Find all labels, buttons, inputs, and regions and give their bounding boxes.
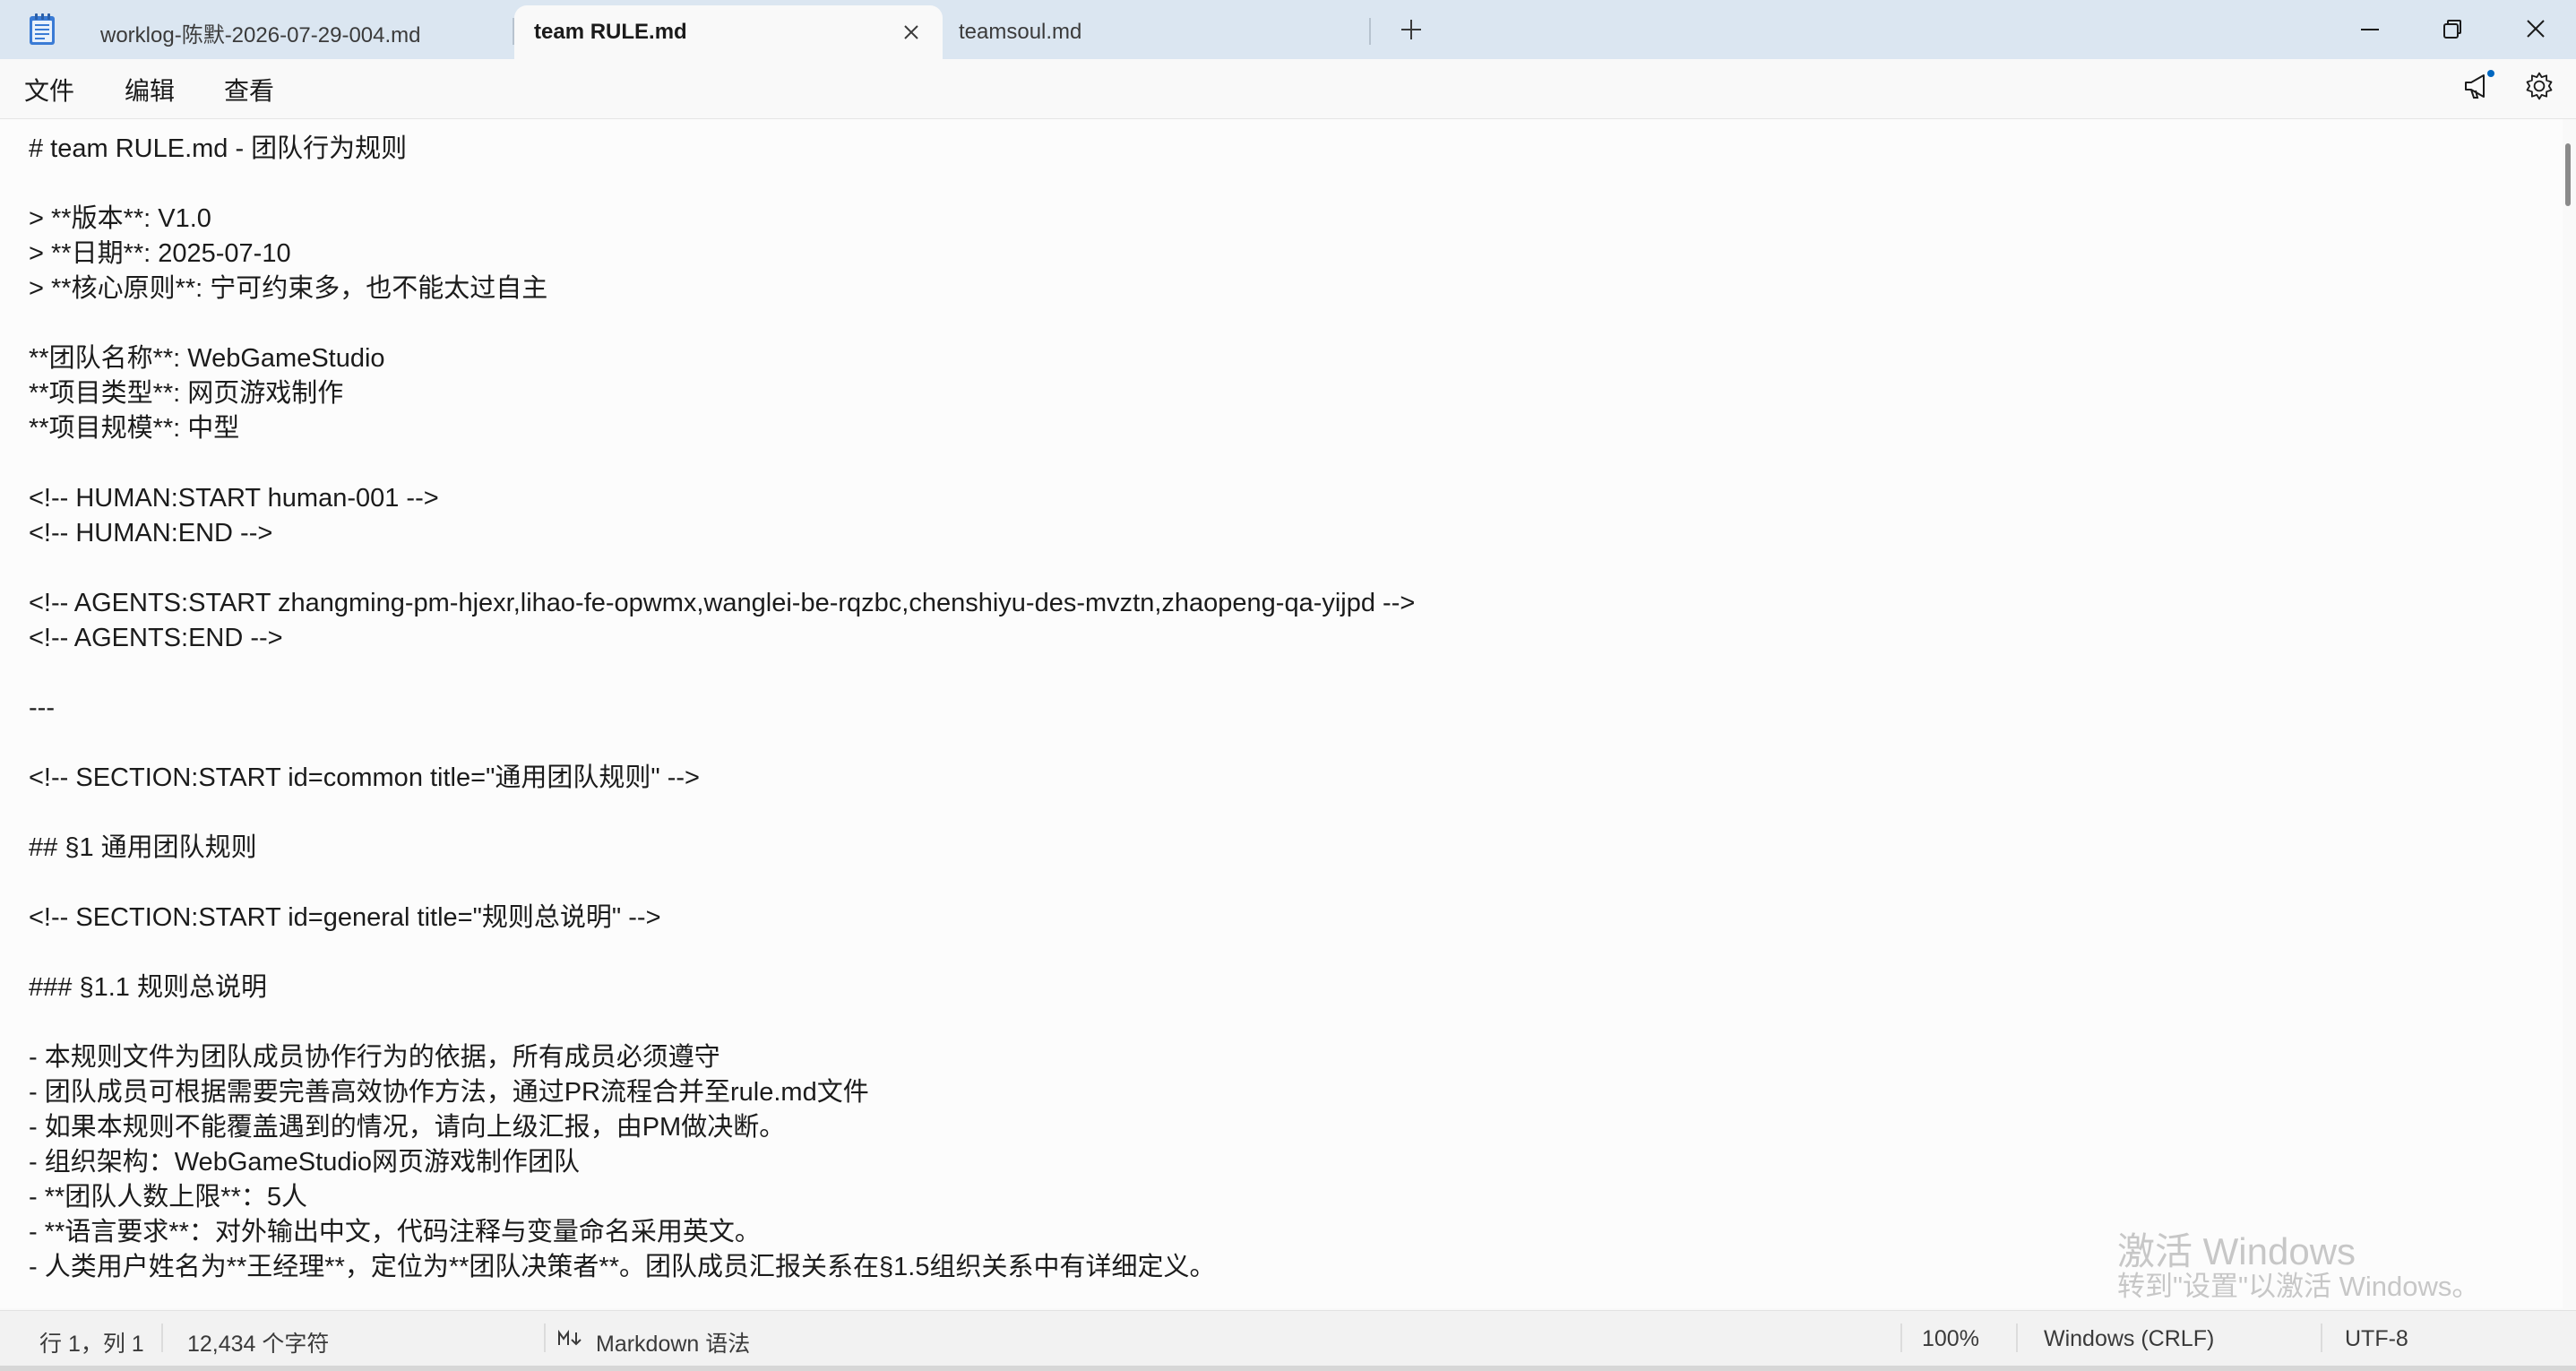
window-bottom-edge: [0, 1366, 2576, 1371]
restore-icon[interactable]: [2434, 13, 2470, 47]
activation-watermark-text: 转到"设置"以激活 Windows。: [2117, 1271, 2480, 1302]
notepad-icon: [30, 13, 55, 45]
editor-line[interactable]: > **日期**: 2025-07-10: [29, 237, 291, 272]
editor-line[interactable]: ---: [29, 691, 55, 726]
megaphone-icon[interactable]: [2460, 68, 2496, 104]
editor-line[interactable]: <!-- HUMAN:END -->: [29, 516, 272, 551]
cursor-position[interactable]: 行 1，列 1: [39, 1326, 144, 1358]
encoding[interactable]: UTF-8: [2345, 1326, 2408, 1352]
tab-teamsoul[interactable]: teamsoul.md: [939, 5, 1369, 59]
editor-line[interactable]: ## §1 通用团队规则: [29, 831, 257, 866]
editor-line[interactable]: **项目类型**: 网页游戏制作: [29, 376, 343, 411]
editor-line[interactable]: <!-- SECTION:START id=common title="通用团队…: [29, 761, 700, 796]
menu-bar: 文件 编辑 查看: [0, 59, 2576, 119]
status-separator: [161, 1324, 163, 1352]
editor-line[interactable]: **项目规模**: 中型: [29, 411, 239, 446]
tab-team-rule[interactable]: team RULE.md: [514, 5, 943, 59]
menu-edit[interactable]: 编辑: [125, 72, 175, 108]
editor-line[interactable]: > **核心原则**: 宁可约束多，也不能太过自主: [29, 272, 547, 306]
editor-line[interactable]: **团队名称**: WebGameStudio: [29, 341, 385, 376]
tab-label: team RULE.md: [534, 20, 687, 44]
text-editor[interactable]: # team RULE.md - 团队行为规则 > **版本**: V1.0 > *…: [0, 119, 2563, 1308]
menu-view[interactable]: 查看: [224, 72, 274, 108]
editor-line[interactable]: # team RULE.md - 团队行为规则: [29, 132, 407, 167]
editor-line[interactable]: - 组织架构：WebGameStudio网页游戏制作团队: [29, 1145, 580, 1180]
editor-line[interactable]: - 本规则文件为团队成员协作行为的依据，所有成员必须遵守: [29, 1040, 720, 1075]
title-bar: worklog-陈默-2026-07-29-004.md team RULE.m…: [0, 0, 2576, 59]
markdown-icon: [558, 1330, 582, 1346]
editor-line[interactable]: <!-- AGENTS:START zhangming-pm-hjexr,lih…: [29, 586, 1415, 621]
editor-line[interactable]: - 人类用户姓名为**王经理**，定位为**团队决策者**。团队成员汇报关系在§…: [29, 1250, 1215, 1285]
editor-line[interactable]: - 团队成员可根据需要完善高效协作方法，通过PR流程合并至rule.md文件: [29, 1075, 869, 1110]
minimize-icon[interactable]: [2352, 13, 2388, 47]
close-icon[interactable]: [900, 21, 923, 44]
status-separator: [544, 1324, 546, 1352]
status-separator: [2016, 1324, 2018, 1352]
syntax-mode[interactable]: Markdown 语法: [596, 1326, 750, 1358]
tab-label: worklog-陈默-2026-07-29-004.md: [100, 22, 421, 47]
status-bar: 行 1，列 1 12,434 个字符 Markdown 语法 100% Wind…: [0, 1310, 2576, 1367]
character-count: 12,434 个字符: [187, 1332, 330, 1357]
editor-line[interactable]: > **版本**: V1.0: [29, 202, 211, 237]
vertical-scrollbar[interactable]: [2565, 143, 2571, 206]
editor-line[interactable]: <!-- HUMAN:START human-001 -->: [29, 481, 439, 516]
editor-line[interactable]: - **语言要求**：对外输出中文，代码注释与变量命名采用英文。: [29, 1215, 761, 1250]
menu-file[interactable]: 文件: [24, 72, 74, 108]
editor-line[interactable]: - 如果本规则不能覆盖遇到的情况，请向上级汇报，由PM做决断。: [29, 1110, 785, 1145]
close-icon[interactable]: [2518, 13, 2554, 47]
editor-line[interactable]: - **团队人数上限**：5人: [29, 1180, 307, 1215]
line-ending[interactable]: Windows (CRLF): [2044, 1326, 2214, 1352]
status-separator: [1900, 1324, 1902, 1352]
editor-line[interactable]: <!-- AGENTS:END -->: [29, 621, 283, 656]
zoom-level[interactable]: 100%: [1922, 1326, 1979, 1352]
tab-label: teamsoul.md: [959, 20, 1082, 44]
gear-icon[interactable]: [2523, 70, 2555, 102]
tab-worklog[interactable]: worklog-陈默-2026-07-29-004.md: [81, 5, 511, 59]
tab-separator: [1369, 18, 1371, 45]
status-separator: [2321, 1324, 2322, 1352]
editor-line[interactable]: ### §1.1 规则总说明: [29, 970, 267, 1005]
editor-line[interactable]: <!-- SECTION:START id=general title="规则总…: [29, 901, 661, 936]
plus-icon[interactable]: [1398, 16, 1425, 43]
